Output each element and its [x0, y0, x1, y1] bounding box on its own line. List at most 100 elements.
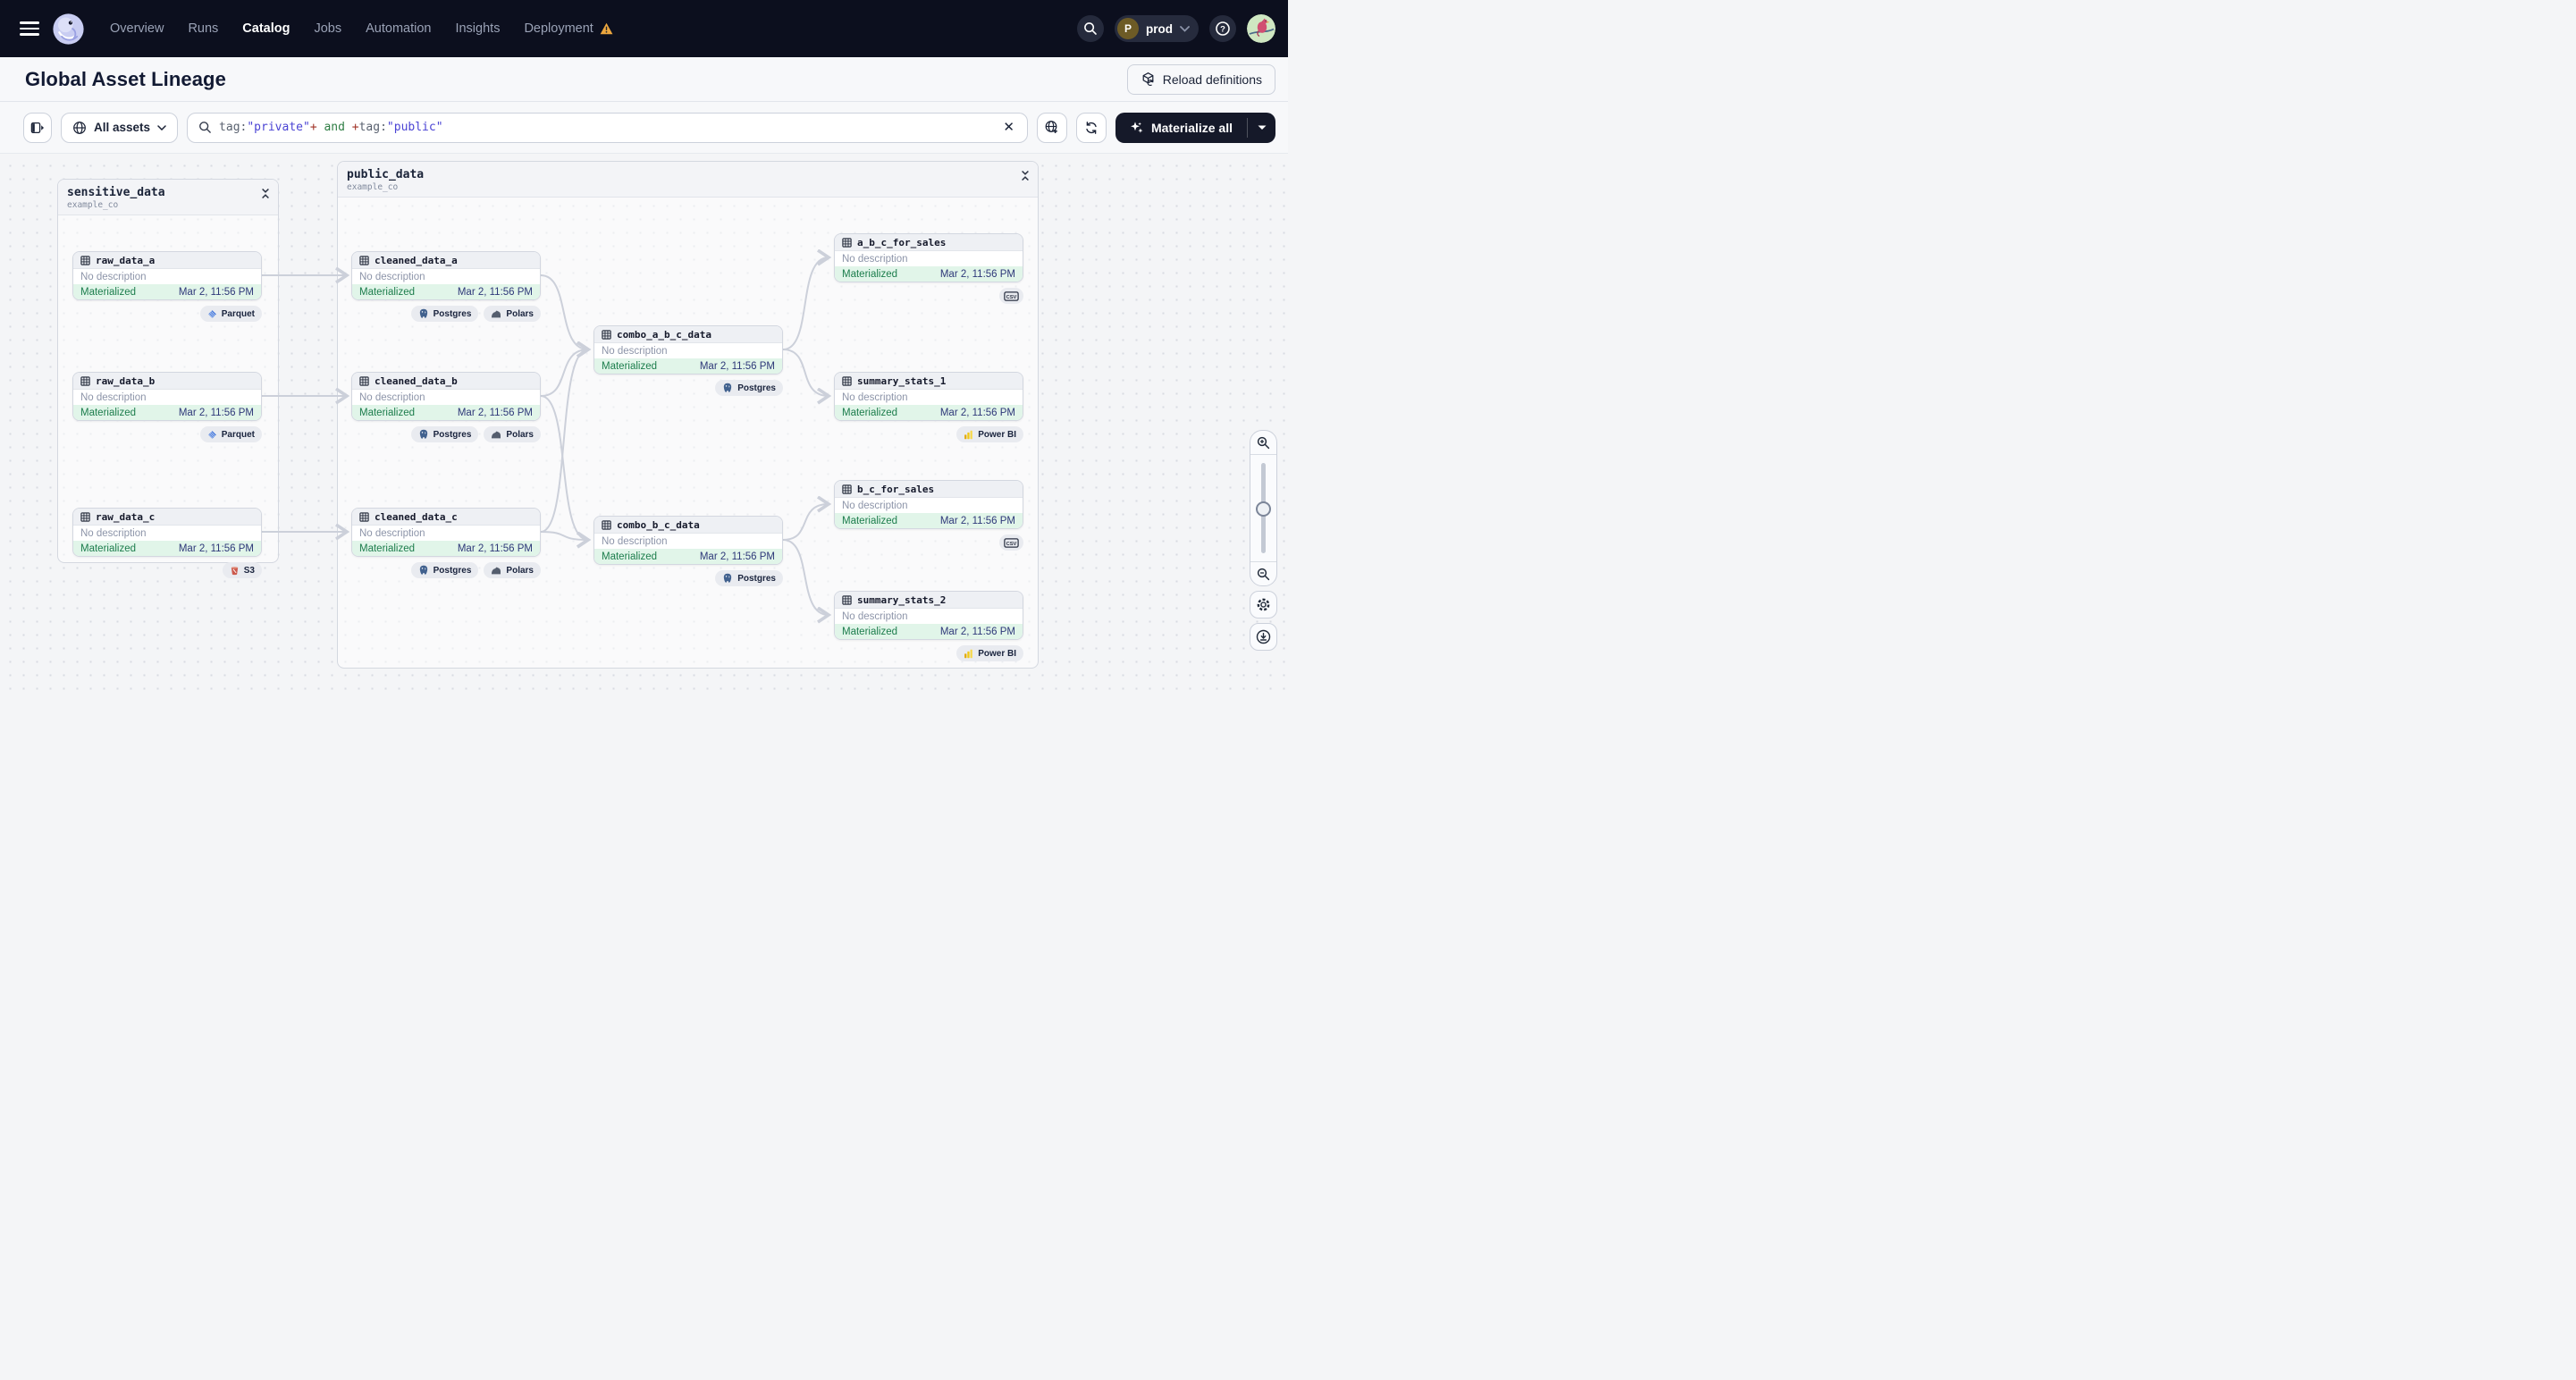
- zoom-out-button[interactable]: [1250, 561, 1276, 585]
- parquet-icon: [207, 430, 216, 439]
- nav-items: Overview Runs Catalog Jobs Automation Insight…: [110, 21, 613, 36]
- download-button[interactable]: [1250, 623, 1277, 651]
- status-timestamp: Mar 2, 11:56 PM: [939, 407, 1015, 418]
- asset-status-row: Materialized Mar 2, 11:56 PM: [594, 549, 782, 564]
- badge-label: Polars: [506, 565, 534, 576]
- deployment-switcher[interactable]: P prod: [1115, 15, 1199, 42]
- asset-status-row: Materialized Mar 2, 11:56 PM: [594, 358, 782, 374]
- nav-item-catalog[interactable]: Catalog: [242, 21, 290, 36]
- fetch-external-assets-button[interactable]: [1036, 112, 1067, 143]
- kind-badge-polars: Polars: [484, 562, 541, 578]
- materialize-all-button[interactable]: Materialize all: [1115, 113, 1247, 143]
- kind-badge-postgres: Postgres: [410, 306, 479, 322]
- caret-down-icon: [1258, 125, 1266, 130]
- help-icon: ?: [1216, 21, 1230, 36]
- kind-badge-parquet: Parquet: [199, 426, 262, 442]
- badge-label: Parquet: [221, 429, 255, 440]
- badge-label: Polars: [506, 308, 534, 319]
- asset-node-header: raw_data_b: [73, 373, 261, 390]
- search-icon: [199, 122, 211, 133]
- top-nav: Overview Runs Catalog Jobs Automation Insight…: [0, 0, 1288, 57]
- kind-badge-postgres: Postgres: [410, 426, 479, 442]
- nav-item-deployment[interactable]: Deployment: [524, 21, 613, 36]
- sparkles-icon: [1131, 121, 1143, 133]
- status-badge: Materialized: [842, 626, 897, 637]
- asset-node-combo_a_b_c_data[interactable]: combo_a_b_c_data No description Material…: [593, 325, 783, 374]
- user-avatar[interactable]: [1247, 14, 1275, 43]
- deployment-name: prod: [1146, 21, 1173, 36]
- table-icon: [602, 329, 611, 340]
- graph-settings-button[interactable]: [1250, 591, 1277, 618]
- postgres-icon: [419, 565, 427, 575]
- reload-definitions-button[interactable]: Reload definitions: [1126, 63, 1275, 95]
- asset-node-raw_data_b[interactable]: raw_data_b No description Materialized M…: [72, 372, 262, 421]
- asset-node-raw_data_a[interactable]: raw_data_a No description Materialized M…: [72, 251, 262, 300]
- status-badge: Materialized: [359, 407, 415, 418]
- materialize-options-button[interactable]: [1248, 113, 1275, 143]
- asset-node-b_c_for_sales[interactable]: b_c_for_sales No description Materialize…: [834, 480, 1023, 529]
- asset-node-summary_stats_1[interactable]: summary_stats_1 No description Materiali…: [834, 372, 1023, 421]
- nav-right: P prod ?: [1077, 14, 1275, 43]
- table-icon: [602, 519, 611, 530]
- table-icon: [80, 375, 90, 386]
- asset-badges: Postgres Polars: [351, 426, 541, 442]
- nav-item-overview[interactable]: Overview: [110, 21, 164, 36]
- asset-group-sensitive_data: sensitive_data example_co: [57, 179, 279, 563]
- nav-item-runs[interactable]: Runs: [188, 21, 218, 36]
- asset-name: summary_stats_2: [857, 593, 947, 606]
- table-icon: [359, 375, 369, 386]
- help-button[interactable]: ?: [1209, 15, 1236, 42]
- asset-node-header: combo_b_c_data: [594, 517, 782, 534]
- group-title: sensitive_data: [67, 186, 165, 199]
- collapse-group-button[interactable]: [1021, 170, 1030, 186]
- asset-node-combo_b_c_data[interactable]: combo_b_c_data No description Materializ…: [593, 516, 783, 565]
- nav-item-insights[interactable]: Insights: [455, 21, 500, 36]
- asset-search-input[interactable]: tag:"private"+ and +tag:"public" ✕: [187, 112, 1028, 143]
- asset-node-cleaned_data_b[interactable]: cleaned_data_b No description Materializ…: [351, 372, 541, 421]
- open-left-panel-button[interactable]: [23, 112, 52, 143]
- status-badge: Materialized: [602, 551, 657, 562]
- asset-scope-dropdown[interactable]: All assets: [61, 112, 179, 143]
- zoom-slider[interactable]: [1250, 455, 1276, 561]
- asset-node-header: raw_data_a: [73, 252, 261, 269]
- kind-badge-polars: Polars: [484, 426, 541, 442]
- group-subtitle: example_co: [347, 182, 399, 192]
- postgres-icon: [724, 383, 732, 392]
- asset-description: No description: [352, 526, 540, 541]
- svg-text:CSV: CSV: [1006, 295, 1017, 300]
- status-timestamp: Mar 2, 11:56 PM: [939, 268, 1015, 280]
- refresh-button[interactable]: [1075, 112, 1107, 143]
- asset-node-cleaned_data_a[interactable]: cleaned_data_a No description Materializ…: [351, 251, 541, 300]
- collapse-group-button[interactable]: [261, 188, 270, 204]
- status-badge: Materialized: [842, 407, 897, 418]
- asset-node-raw_data_c[interactable]: raw_data_c No description Materialized M…: [72, 508, 262, 557]
- asset-name: raw_data_a: [96, 254, 156, 266]
- page-title: Global Asset Lineage: [25, 67, 226, 90]
- lineage-canvas[interactable]: sensitive_data example_co public_data ex…: [0, 154, 1288, 690]
- status-timestamp: Mar 2, 11:56 PM: [457, 407, 533, 418]
- nav-item-jobs[interactable]: Jobs: [314, 21, 341, 36]
- kind-badge-postgres: Postgres: [715, 570, 783, 586]
- menu-icon[interactable]: [20, 21, 39, 36]
- badge-label: Polars: [506, 429, 534, 440]
- dagster-logo[interactable]: [52, 13, 85, 46]
- lineage-toolbar: All assets tag:"private"+ and +tag:"publ…: [0, 102, 1288, 154]
- asset-node-summary_stats_2[interactable]: summary_stats_2 No description Materiali…: [834, 591, 1023, 640]
- asset-node-a_b_c_for_sales[interactable]: a_b_c_for_sales No description Materiali…: [834, 233, 1023, 282]
- asset-node-cleaned_data_c[interactable]: cleaned_data_c No description Materializ…: [351, 508, 541, 557]
- badge-label: Postgres: [737, 383, 776, 393]
- asset-name: cleaned_data_c: [375, 510, 458, 523]
- postgres-icon: [724, 573, 732, 583]
- status-timestamp: Mar 2, 11:56 PM: [939, 626, 1015, 637]
- nav-item-label: Runs: [188, 21, 219, 36]
- search-button[interactable]: [1077, 15, 1104, 42]
- clear-search-icon[interactable]: ✕: [1001, 119, 1016, 136]
- zoom-in-button[interactable]: [1250, 431, 1276, 455]
- group-header[interactable]: sensitive_data example_co: [58, 180, 278, 215]
- group-header[interactable]: public_data example_co: [338, 162, 1038, 198]
- postgres-icon: [419, 429, 427, 439]
- table-icon: [842, 484, 852, 494]
- asset-description: No description: [835, 251, 1023, 266]
- nav-item-automation[interactable]: Automation: [366, 21, 431, 36]
- zoom-slider-thumb[interactable]: [1256, 501, 1271, 518]
